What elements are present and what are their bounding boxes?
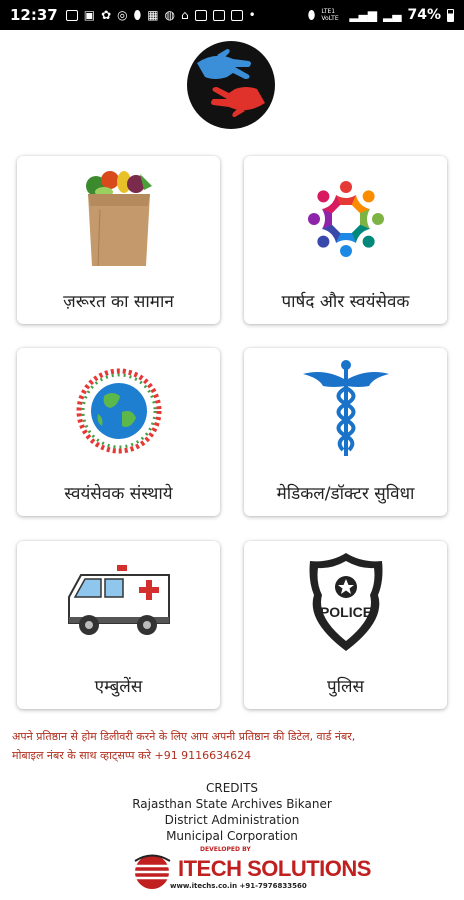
wallet-icon: ▣ bbox=[83, 8, 96, 22]
message-icon bbox=[65, 9, 78, 21]
battery-percent: 74% bbox=[407, 7, 441, 23]
chrome-icon: ◍ bbox=[164, 8, 176, 22]
card-councillors-volunteers[interactable]: पार्षद और स्वयंसेवक bbox=[244, 156, 447, 324]
home-delivery-notice: अपने प्रतिष्ठान से होम डिलीवरी करने के ल… bbox=[12, 727, 452, 765]
app-logo bbox=[187, 41, 275, 129]
itech-company-name: ITECH SOLUTIONS bbox=[178, 856, 371, 881]
developer-logo: ITECH SOLUTIONS www.itechs.co.in +91-797… bbox=[130, 850, 371, 895]
helping-hands-icon bbox=[197, 49, 265, 117]
signal-icon-2: ▂▄ bbox=[383, 8, 402, 22]
location-pin-icon: ⬮ bbox=[133, 7, 142, 22]
home-icon: ⌂ bbox=[181, 8, 189, 22]
card-label: स्वयंसेवक संस्थाये bbox=[64, 484, 173, 504]
more-dot-icon: • bbox=[248, 8, 256, 22]
itech-contact: www.itechs.co.in +91-7976833560 bbox=[170, 882, 307, 890]
image-icon bbox=[230, 9, 243, 21]
app-icon: ▦ bbox=[147, 8, 159, 22]
card-label: पुलिस bbox=[326, 677, 365, 697]
credits-line-2: District Administration bbox=[164, 813, 300, 827]
itech-logo-icon bbox=[134, 854, 172, 889]
status-time: 12:37 bbox=[10, 6, 58, 24]
system-icons: ⬮ LTE1 VoLTE ▂▄▆ ▂▄ 74% bbox=[308, 7, 454, 23]
card-label: पार्षद और स्वयंसेवक bbox=[281, 292, 410, 312]
status-bar: 12:37 ▣ ✿ ◎ ⬮ ▦ ◍ ⌂ • ⬮ LTE1 VoLTE ▂▄▆ ▂… bbox=[0, 0, 464, 30]
card-label: ज़रूरत का सामान bbox=[63, 292, 174, 312]
instagram-icon: ◎ bbox=[117, 8, 128, 22]
credits-title: CREDITS bbox=[205, 781, 259, 795]
card-volunteer-organisations[interactable]: स्वयंसेवक संस्थाये bbox=[17, 348, 220, 516]
notice-line-1: अपने प्रतिष्ठान से होम डिलीवरी करने के ल… bbox=[12, 730, 356, 743]
location-icon: ⬮ bbox=[307, 7, 316, 22]
mail-icon bbox=[194, 9, 207, 21]
credits-line-1: Rajasthan State Archives Bikaner bbox=[132, 797, 332, 811]
card-police[interactable]: POLICE पुलिस bbox=[244, 541, 447, 709]
card-label: मेडिकल/डॉक्टर सुविधा bbox=[276, 484, 415, 504]
police-badge-icon: POLICE bbox=[309, 553, 382, 651]
card-label: एम्बुलेंस bbox=[94, 677, 143, 697]
notification-icons: ▣ ✿ ◎ ⬮ ▦ ◍ ⌂ • bbox=[65, 7, 256, 23]
caduceus-icon bbox=[302, 360, 389, 456]
flower-icon: ✿ bbox=[101, 8, 112, 22]
gmail-icon bbox=[212, 9, 225, 21]
notice-line-2: मोबाइल नंबर के साथ व्हाट्सप्प करे +91 91… bbox=[12, 749, 252, 762]
card-medical-doctor[interactable]: मेडिकल/डॉक्टर सुविधा bbox=[244, 348, 447, 516]
ambulance-icon bbox=[67, 565, 170, 635]
card-ambulance[interactable]: एम्बुलेंस bbox=[17, 541, 220, 709]
globe-people-icon bbox=[76, 368, 161, 454]
people-circle-icon bbox=[307, 181, 384, 257]
signal-icon: ▂▄▆ bbox=[349, 8, 378, 22]
card-groceries[interactable]: ज़रूरत का सामान bbox=[17, 156, 220, 324]
credits-line-3: Municipal Corporation bbox=[166, 829, 298, 843]
battery-icon bbox=[447, 8, 454, 22]
badge-text: POLICE bbox=[319, 604, 371, 620]
network-label: LTE1 VoLTE bbox=[321, 8, 339, 22]
grocery-bag-icon bbox=[85, 171, 152, 267]
